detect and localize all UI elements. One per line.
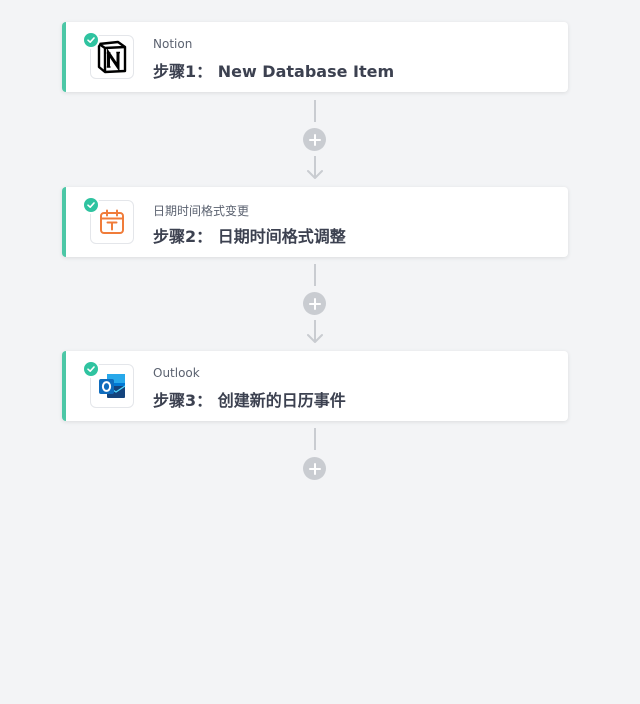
step-app-name: 日期时间格式变更 bbox=[153, 204, 250, 218]
check-icon bbox=[82, 31, 100, 49]
step-card-2[interactable]: 日期时间格式变更 步骤2： 日期时间格式调整 bbox=[62, 187, 568, 257]
plus-icon bbox=[308, 133, 321, 146]
step-app-name: Notion bbox=[153, 37, 193, 51]
step-card-1[interactable]: Notion 步骤1： New Database Item bbox=[62, 22, 568, 92]
connector-line bbox=[314, 428, 316, 450]
step-title: 步骤1： New Database Item bbox=[153, 62, 395, 81]
add-step-button-3[interactable] bbox=[303, 457, 326, 480]
connector-line bbox=[314, 100, 316, 122]
step-app-name: Outlook bbox=[153, 366, 200, 380]
plus-icon bbox=[308, 297, 321, 310]
plus-icon bbox=[308, 462, 321, 475]
connector-line bbox=[314, 264, 316, 286]
check-icon bbox=[82, 196, 100, 214]
arrow-down-icon bbox=[307, 156, 323, 179]
arrow-down-icon bbox=[307, 320, 323, 343]
step-card-3[interactable]: Outlook 步骤3： 创建新的日历事件 bbox=[62, 351, 568, 421]
add-step-button-1[interactable] bbox=[303, 128, 326, 151]
check-icon bbox=[82, 360, 100, 378]
step-title: 步骤2： 日期时间格式调整 bbox=[153, 227, 346, 246]
step-title: 步骤3： 创建新的日历事件 bbox=[153, 391, 346, 410]
add-step-button-2[interactable] bbox=[303, 292, 326, 315]
